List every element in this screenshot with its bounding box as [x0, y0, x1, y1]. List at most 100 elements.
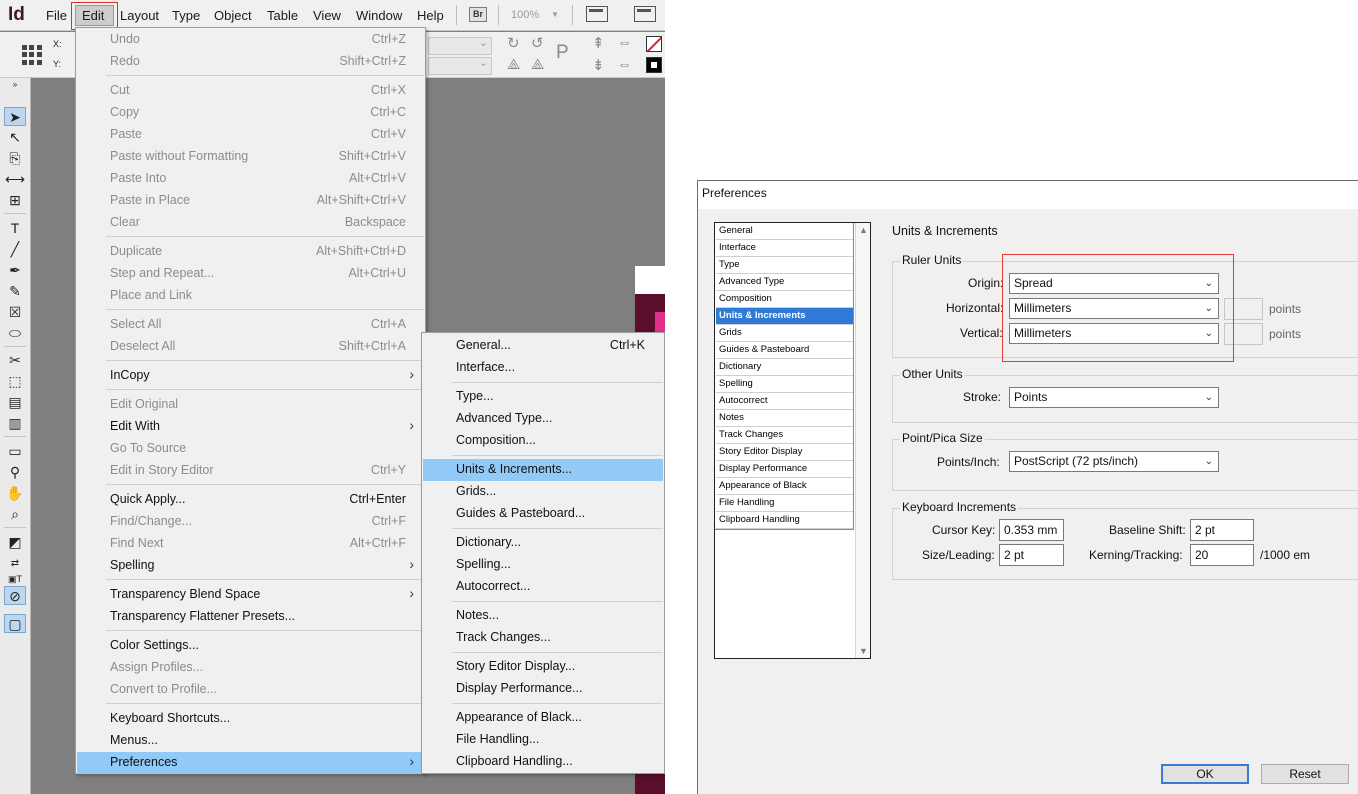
edit-menu-item-paste-into[interactable]: Paste Into Alt+Ctrl+V	[77, 168, 424, 190]
category-item-story-editor-display[interactable]: Story Editor Display	[716, 444, 853, 461]
zoom-level[interactable]: 100%	[511, 9, 539, 21]
preferences-item-notes[interactable]: Notes...	[423, 605, 663, 627]
category-item-track-changes[interactable]: Track Changes	[716, 427, 853, 444]
category-item-spelling[interactable]: Spelling	[716, 376, 853, 393]
proxy-icon[interactable]: P	[556, 42, 569, 64]
fill-swatch-icon[interactable]	[646, 57, 662, 73]
edit-menu-item-transparency-blend-space[interactable]: Transparency Blend Space ›	[77, 584, 424, 606]
edit-menu-item-copy[interactable]: Copy Ctrl+C	[77, 102, 424, 124]
edit-menu-item-transparency-flattener-presets[interactable]: Transparency Flattener Presets...	[77, 606, 424, 628]
menu-type[interactable]: Type	[172, 8, 200, 23]
stroke-swatch-icon[interactable]	[646, 36, 662, 52]
points-per-inch-select[interactable]: PostScript (72 pts/inch) ⌄	[1009, 451, 1219, 472]
select-container-icon[interactable]: ⇞	[592, 34, 605, 52]
preferences-item-story-editor-display[interactable]: Story Editor Display...	[423, 656, 663, 678]
edit-menu-item-edit-original[interactable]: Edit Original	[77, 394, 424, 416]
content-collector-icon[interactable]: ⊞	[4, 191, 26, 210]
preferences-item-grids[interactable]: Grids...	[423, 481, 663, 503]
edit-menu-item-incopy[interactable]: InCopy ›	[77, 365, 424, 387]
size-leading-field[interactable]: 2 pt	[999, 544, 1064, 566]
rotate-icon[interactable]: ↻	[507, 34, 520, 52]
category-item-general[interactable]: General	[716, 223, 853, 240]
rectangle-frame-tool-icon[interactable]: ☒	[4, 303, 26, 322]
pencil-tool-icon[interactable]: ✎	[4, 282, 26, 301]
category-item-file-handling[interactable]: File Handling	[716, 495, 853, 512]
preferences-item-dictionary[interactable]: Dictionary...	[423, 532, 663, 554]
category-item-units-increments[interactable]: Units & Increments	[716, 308, 853, 325]
control-field[interactable]	[428, 56, 492, 75]
reference-point-icon[interactable]	[22, 45, 42, 65]
edit-menu-item-deselect-all[interactable]: Deselect All Shift+Ctrl+A	[77, 336, 424, 358]
view-options-icon[interactable]	[586, 6, 608, 22]
preferences-item-appearance-of-black[interactable]: Appearance of Black...	[423, 707, 663, 729]
preferences-item-units-increments[interactable]: Units & Increments...	[423, 459, 663, 481]
preferences-item-file-handling[interactable]: File Handling...	[423, 729, 663, 751]
edit-menu-item-redo[interactable]: Redo Shift+Ctrl+Z	[77, 51, 424, 73]
edit-menu-item-go-to-source[interactable]: Go To Source	[77, 438, 424, 460]
scroll-up-icon[interactable]: ▲	[859, 225, 868, 235]
category-item-clipboard-handling[interactable]: Clipboard Handling	[716, 512, 853, 529]
edit-menu-item-select-all[interactable]: Select All Ctrl+A	[77, 314, 424, 336]
zoom-tool-icon[interactable]: ⌕	[4, 505, 26, 524]
gradient-feather-tool-icon[interactable]: ▥	[4, 414, 26, 433]
edit-menu-item-color-settings[interactable]: Color Settings...	[77, 635, 424, 657]
eyedropper-tool-icon[interactable]: ⚲	[4, 463, 26, 482]
preferences-item-clipboard-handling[interactable]: Clipboard Handling...	[423, 751, 663, 773]
selection-tool-icon[interactable]: ➤	[4, 107, 26, 126]
scroll-down-icon[interactable]: ▼	[859, 646, 868, 656]
direct-selection-tool-icon[interactable]: ↖	[4, 128, 26, 147]
fill-stroke-icon[interactable]: ◩	[4, 533, 26, 552]
category-item-notes[interactable]: Notes	[716, 410, 853, 427]
reset-button[interactable]: Reset	[1261, 764, 1349, 784]
category-item-grids[interactable]: Grids	[716, 325, 853, 342]
preferences-item-track-changes[interactable]: Track Changes...	[423, 627, 663, 649]
edit-menu-item-find-change[interactable]: Find/Change... Ctrl+F	[77, 511, 424, 533]
category-item-guides-pasteboard[interactable]: Guides & Pasteboard	[716, 342, 853, 359]
edit-menu-item-edit-in-story-editor[interactable]: Edit in Story Editor Ctrl+Y	[77, 460, 424, 482]
bridge-button[interactable]: Br	[469, 7, 487, 22]
preferences-item-guides-pasteboard[interactable]: Guides & Pasteboard...	[423, 503, 663, 525]
menu-table[interactable]: Table	[267, 8, 298, 23]
line-tool-icon[interactable]: ╱	[4, 240, 26, 259]
zoom-chevron-icon[interactable]: ▼	[551, 10, 559, 19]
menu-view[interactable]: View	[313, 8, 341, 23]
category-item-composition[interactable]: Composition	[716, 291, 853, 308]
edit-menu-item-cut[interactable]: Cut Ctrl+X	[77, 80, 424, 102]
edit-menu-item-paste[interactable]: Paste Ctrl+V	[77, 124, 424, 146]
select-next-icon[interactable]: ⇔	[617, 56, 632, 73]
select-content-icon[interactable]: ⇟	[592, 56, 605, 74]
gap-tool-icon[interactable]: ⟷	[4, 170, 26, 189]
category-item-appearance-of-black[interactable]: Appearance of Black	[716, 478, 853, 495]
category-item-interface[interactable]: Interface	[716, 240, 853, 257]
hand-tool-icon[interactable]: ✋	[4, 484, 26, 503]
select-previous-icon[interactable]: ⇔	[617, 34, 632, 51]
free-transform-tool-icon[interactable]: ⬚	[4, 372, 26, 391]
menu-window[interactable]: Window	[356, 8, 402, 23]
note-tool-icon[interactable]: ▭	[4, 442, 26, 461]
screen-mode-tool-icon[interactable]: ▢	[4, 614, 26, 633]
preferences-item-interface[interactable]: Interface...	[423, 357, 663, 379]
scissors-tool-icon[interactable]: ✂	[4, 351, 26, 370]
preferences-item-autocorrect[interactable]: Autocorrect...	[423, 576, 663, 598]
edit-menu-item-place-and-link[interactable]: Place and Link	[77, 285, 424, 307]
category-item-dictionary[interactable]: Dictionary	[716, 359, 853, 376]
screen-mode-icon[interactable]	[634, 6, 656, 22]
category-item-advanced-type[interactable]: Advanced Type	[716, 274, 853, 291]
category-item-autocorrect[interactable]: Autocorrect	[716, 393, 853, 410]
pen-tool-icon[interactable]: ✒	[4, 261, 26, 280]
menu-layout[interactable]: Layout	[120, 8, 159, 23]
edit-menu-item-assign-profiles[interactable]: Assign Profiles...	[77, 657, 424, 679]
edit-menu-item-edit-with[interactable]: Edit With ›	[77, 416, 424, 438]
type-tool-icon[interactable]: T	[4, 219, 26, 238]
edit-menu-item-spelling[interactable]: Spelling ›	[77, 555, 424, 577]
edit-menu-item-clear[interactable]: Clear Backspace	[77, 212, 424, 234]
edit-menu-item-duplicate[interactable]: Duplicate Alt+Shift+Ctrl+D	[77, 241, 424, 263]
stroke-select[interactable]: Points ⌄	[1009, 387, 1219, 408]
preferences-item-composition[interactable]: Composition...	[423, 430, 663, 452]
category-scrollbar[interactable]: ▲ ▼	[855, 223, 870, 658]
collapse-toolbar-icon[interactable]: »	[4, 80, 26, 90]
kerning-tracking-field[interactable]: 20	[1190, 544, 1254, 566]
edit-menu-item-keyboard-shortcuts[interactable]: Keyboard Shortcuts...	[77, 708, 424, 730]
menu-file[interactable]: File	[46, 8, 67, 23]
ok-button[interactable]: OK	[1161, 764, 1249, 784]
